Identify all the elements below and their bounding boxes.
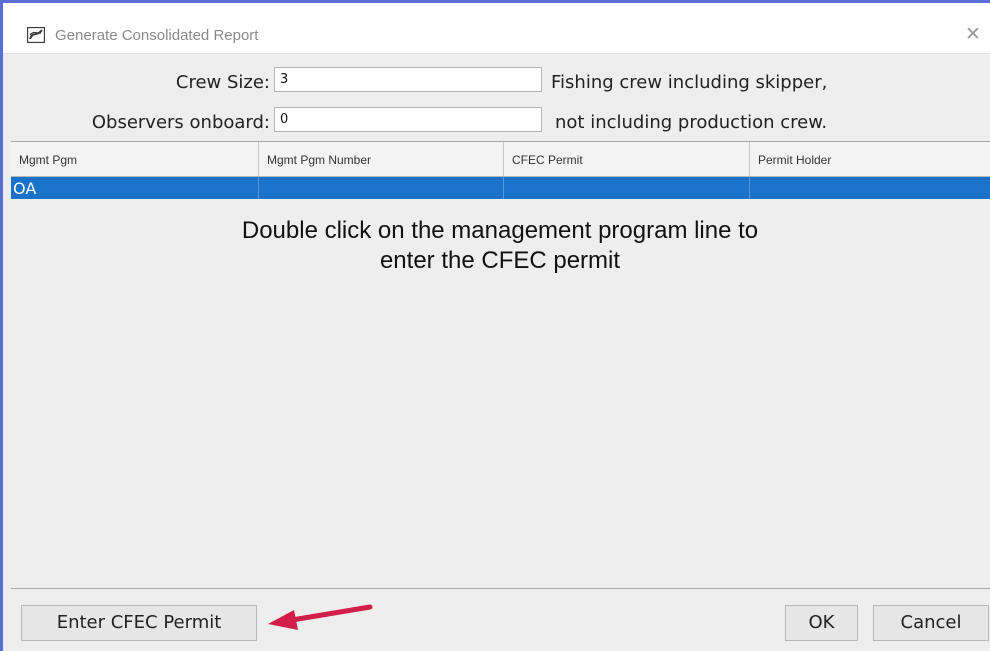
cell-mgmt-pgm: OA xyxy=(11,177,259,199)
instruction-annotation: Double click on the management program l… xyxy=(200,216,800,276)
cancel-button[interactable]: Cancel xyxy=(873,605,989,641)
footer-divider xyxy=(11,588,990,589)
window-title: Generate Consolidated Report xyxy=(55,27,259,44)
crew-size-hint: Fishing crew including skipper, xyxy=(551,72,828,93)
column-header-mgmt-pgm-number[interactable]: Mgmt Pgm Number xyxy=(259,142,504,176)
cell-mgmt-pgm-number xyxy=(259,177,504,199)
instruction-line-2: enter the CFEC permit xyxy=(379,247,621,274)
observers-hint: not including production crew. xyxy=(555,112,828,133)
crew-size-label: Crew Size: xyxy=(175,72,270,93)
table-row[interactable]: OA xyxy=(11,177,990,199)
management-program-table: Mgmt Pgm Mgmt Pgm Number CFEC Permit Per… xyxy=(11,141,990,589)
cell-cfec-permit xyxy=(504,177,750,199)
close-icon[interactable]: ✕ xyxy=(965,24,981,44)
title-bar: Generate Consolidated Report ✕ xyxy=(3,3,990,54)
table-header: Mgmt Pgm Mgmt Pgm Number CFEC Permit Per… xyxy=(11,142,990,177)
ok-button[interactable]: OK xyxy=(785,605,858,641)
column-header-cfec-permit[interactable]: CFEC Permit xyxy=(504,142,750,176)
crew-size-input[interactable] xyxy=(274,67,542,92)
arrow-pointer-icon xyxy=(268,604,373,630)
app-logo-icon xyxy=(27,27,45,43)
enter-cfec-permit-button[interactable]: Enter CFEC Permit xyxy=(21,605,257,641)
column-header-mgmt-pgm[interactable]: Mgmt Pgm xyxy=(11,142,259,176)
observers-input[interactable] xyxy=(274,107,542,132)
column-header-permit-holder[interactable]: Permit Holder xyxy=(750,142,990,176)
observers-label: Observers onboard: xyxy=(91,112,270,133)
instruction-line-1: Double click on the management program l… xyxy=(241,217,759,244)
cell-permit-holder xyxy=(750,177,990,199)
